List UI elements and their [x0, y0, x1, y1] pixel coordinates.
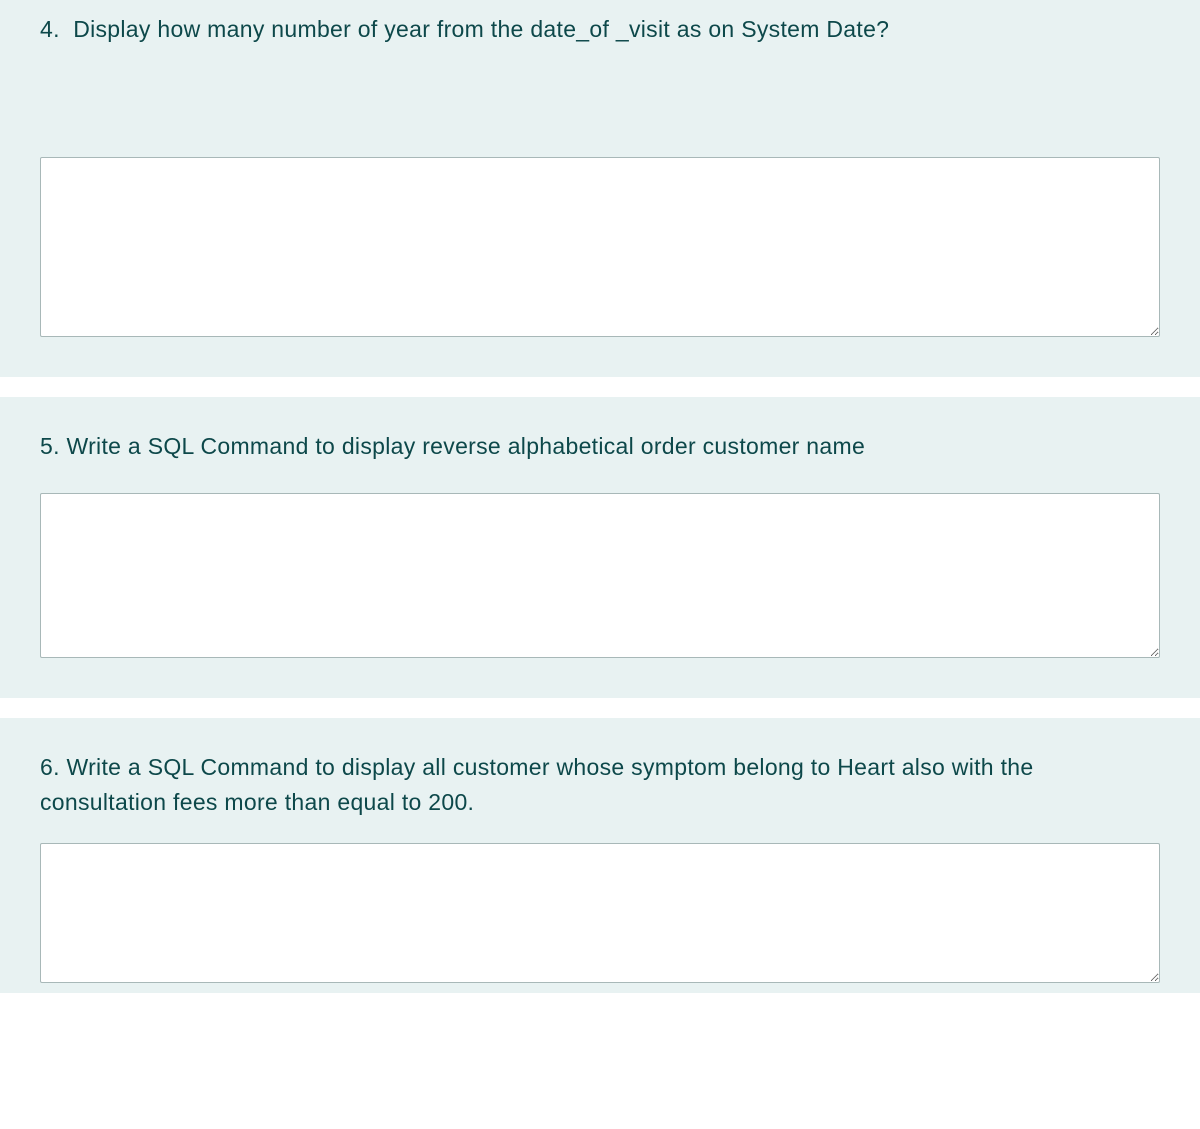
question-number-4: 4.: [40, 16, 60, 42]
question-number-6: 6.: [40, 754, 60, 780]
question-text-6: 6. Write a SQL Command to display all cu…: [40, 750, 1160, 819]
question-number-5: 5.: [40, 433, 60, 459]
question-content-6: Write a SQL Command to display all custo…: [40, 754, 1033, 815]
question-text-5: 5. Write a SQL Command to display revers…: [40, 429, 1160, 464]
question-content-5: Write a SQL Command to display reverse a…: [67, 433, 866, 459]
question-text-4: 4. Display how many number of year from …: [40, 12, 1160, 47]
answer-input-5[interactable]: [40, 493, 1160, 658]
question-content-4: Display how many number of year from the…: [73, 16, 889, 42]
question-block-4: 4. Display how many number of year from …: [0, 0, 1200, 377]
question-block-6: 6. Write a SQL Command to display all cu…: [0, 718, 1200, 993]
answer-input-4[interactable]: [40, 157, 1160, 337]
answer-input-6[interactable]: [40, 843, 1160, 983]
question-block-5: 5. Write a SQL Command to display revers…: [0, 397, 1200, 699]
